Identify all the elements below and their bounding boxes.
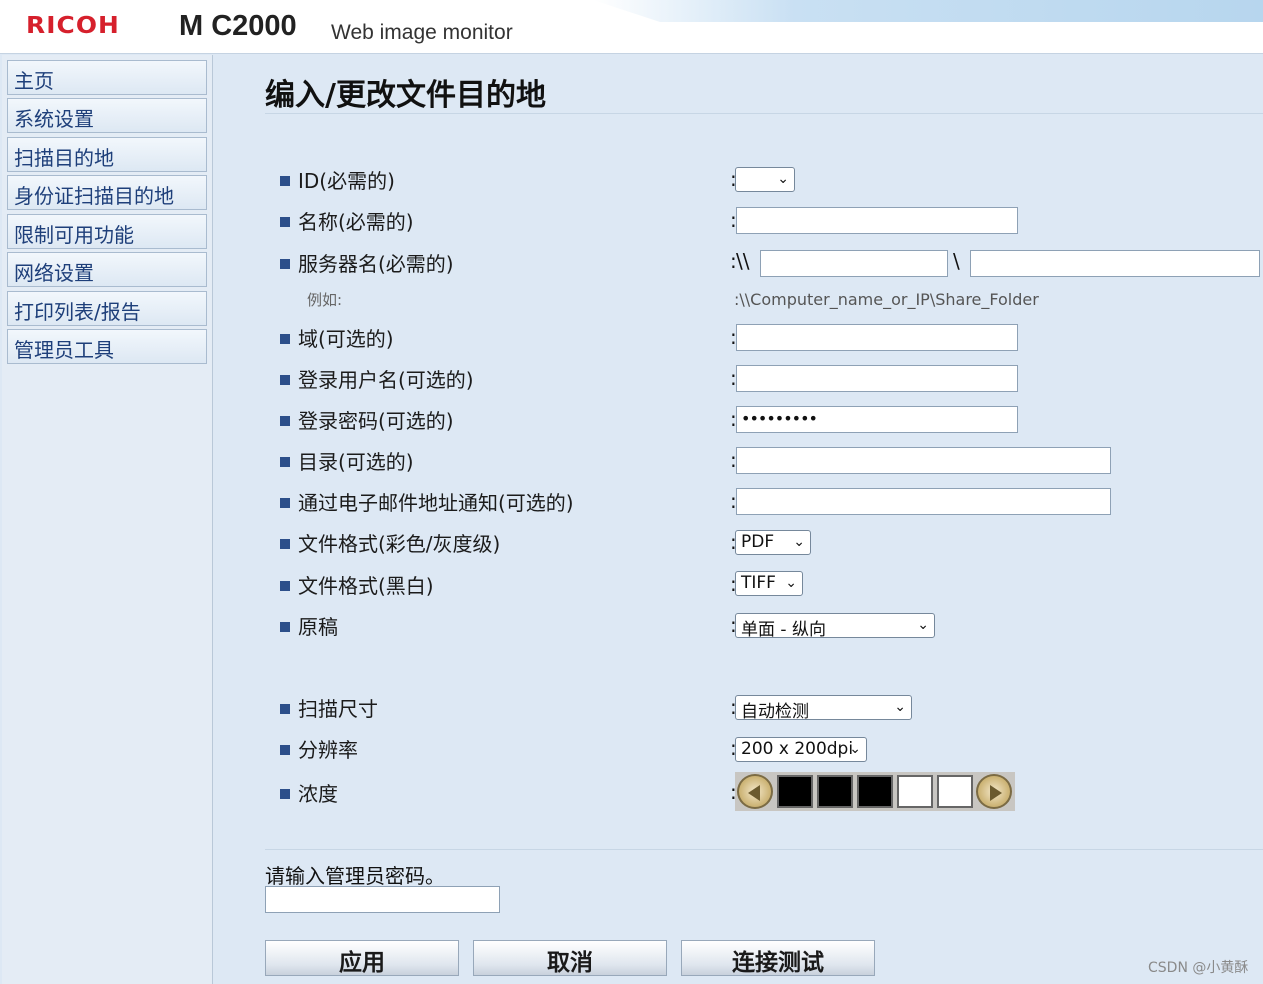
- sidebar-item-admin-tools[interactable]: 管理员工具: [7, 329, 207, 364]
- chevron-down-icon: ⌄: [785, 575, 797, 591]
- divider: [265, 113, 1263, 114]
- domain-input[interactable]: [736, 324, 1018, 351]
- bullet-icon: [280, 703, 290, 714]
- share-folder-input[interactable]: [970, 250, 1260, 277]
- header-decoration: [593, 0, 1263, 22]
- login-password-input[interactable]: •••••••••: [736, 406, 1018, 433]
- name-label: 名称(必需的): [280, 206, 414, 235]
- directory-input[interactable]: [736, 447, 1111, 474]
- bullet-icon: [280, 374, 290, 385]
- login-user-label: 登录用户名(可选的): [280, 364, 474, 393]
- density-label: 浓度: [280, 778, 338, 807]
- cancel-button[interactable]: 取消: [473, 940, 667, 976]
- sidebar-item-network-settings[interactable]: 网络设置: [7, 252, 207, 287]
- density-level-box[interactable]: [937, 775, 973, 808]
- sidebar-item-scan-destination[interactable]: 扫描目的地: [7, 137, 207, 172]
- ricoh-logo: RICOH: [26, 13, 120, 39]
- density-control: [735, 772, 1015, 811]
- divider: [265, 849, 1263, 850]
- login-user-input[interactable]: [736, 365, 1018, 392]
- bullet-icon: [280, 175, 290, 186]
- sidebar-item-restrict-functions[interactable]: 限制可用功能: [7, 214, 207, 249]
- email-notify-label: 通过电子邮件地址通知(可选的): [280, 487, 574, 516]
- chevron-down-icon: ⌄: [894, 699, 906, 715]
- server-prefix: \\: [736, 249, 750, 273]
- server-name-input[interactable]: [760, 250, 948, 277]
- resolution-label: 分辨率: [280, 734, 358, 763]
- server-label: 服务器名(必需的): [280, 248, 454, 277]
- id-select[interactable]: ⌄: [735, 167, 795, 192]
- sidebar-item-system-settings[interactable]: 系统设置: [7, 98, 207, 133]
- page-title: 编入/更改文件目的地: [265, 78, 546, 113]
- file-format-bw-select[interactable]: TIFF ⌄: [735, 571, 803, 596]
- chevron-down-icon: ⌄: [793, 534, 805, 550]
- header: RICOH M C2000 Web image monitor: [0, 0, 1263, 54]
- watermark: CSDN @小黄酥: [1148, 960, 1249, 976]
- file-format-color-select[interactable]: PDF ⌄: [735, 530, 811, 555]
- scan-size-select[interactable]: 自动检测 ⌄: [735, 695, 912, 722]
- bullet-icon: [280, 415, 290, 426]
- bullet-icon: [280, 580, 290, 591]
- sidebar-item-print-list-report[interactable]: 打印列表/报告: [7, 291, 207, 326]
- bullet-icon: [280, 744, 290, 755]
- file-format-bw-label: 文件格式(黑白): [280, 570, 434, 599]
- sidebar-item-home[interactable]: 主页: [7, 60, 207, 95]
- original-label: 原稿: [280, 611, 338, 640]
- arrow-right-icon: [990, 785, 1002, 801]
- chevron-down-icon: ⌄: [777, 171, 789, 187]
- bullet-icon: [280, 621, 290, 632]
- email-notify-input[interactable]: [736, 488, 1111, 515]
- density-level-box[interactable]: [817, 775, 853, 808]
- density-increase-button[interactable]: [976, 774, 1012, 809]
- sidebar-item-id-scan-destination[interactable]: 身份证扫描目的地: [7, 175, 207, 210]
- file-format-color-label: 文件格式(彩色/灰度级): [280, 528, 500, 557]
- chevron-down-icon: ⌄: [849, 741, 861, 757]
- apply-button[interactable]: 应用: [265, 940, 459, 976]
- density-decrease-button[interactable]: [737, 774, 773, 809]
- arrow-left-icon: [748, 785, 760, 801]
- bullet-icon: [280, 216, 290, 227]
- bullet-icon: [280, 538, 290, 549]
- domain-label: 域(可选的): [280, 323, 394, 352]
- admin-password-prompt: 请输入管理员密码。: [265, 864, 445, 888]
- admin-password-input[interactable]: [265, 886, 500, 913]
- directory-label: 目录(可选的): [280, 446, 414, 475]
- sidebar: 主页 系统设置 扫描目的地 身份证扫描目的地 限制可用功能 网络设置 打印列表/…: [2, 55, 213, 984]
- density-level-box[interactable]: [897, 775, 933, 808]
- bullet-icon: [280, 788, 290, 799]
- chevron-down-icon: ⌄: [917, 617, 929, 633]
- bullet-icon: [280, 333, 290, 344]
- bullet-icon: [280, 497, 290, 508]
- density-level-box[interactable]: [777, 775, 813, 808]
- original-select[interactable]: 单面 - 纵向 ⌄: [735, 613, 935, 640]
- bullet-icon: [280, 258, 290, 269]
- app-subtitle: Web image monitor: [331, 21, 513, 44]
- bullet-icon: [280, 456, 290, 467]
- model-name: M C2000: [179, 10, 297, 42]
- connection-test-button[interactable]: 连接测试: [681, 940, 875, 976]
- example-text: :\\Computer_name_or_IP\Share_Folder: [734, 290, 1039, 309]
- example-label: 例如:: [307, 291, 343, 309]
- login-password-label: 登录密码(可选的): [280, 405, 454, 434]
- density-level-box[interactable]: [857, 775, 893, 808]
- name-input[interactable]: [736, 207, 1018, 234]
- id-label: ID(必需的): [280, 165, 395, 194]
- scan-size-label: 扫描尺寸: [280, 693, 378, 722]
- server-separator: \: [953, 249, 960, 273]
- resolution-select[interactable]: 200 x 200dpi ⌄: [735, 737, 867, 762]
